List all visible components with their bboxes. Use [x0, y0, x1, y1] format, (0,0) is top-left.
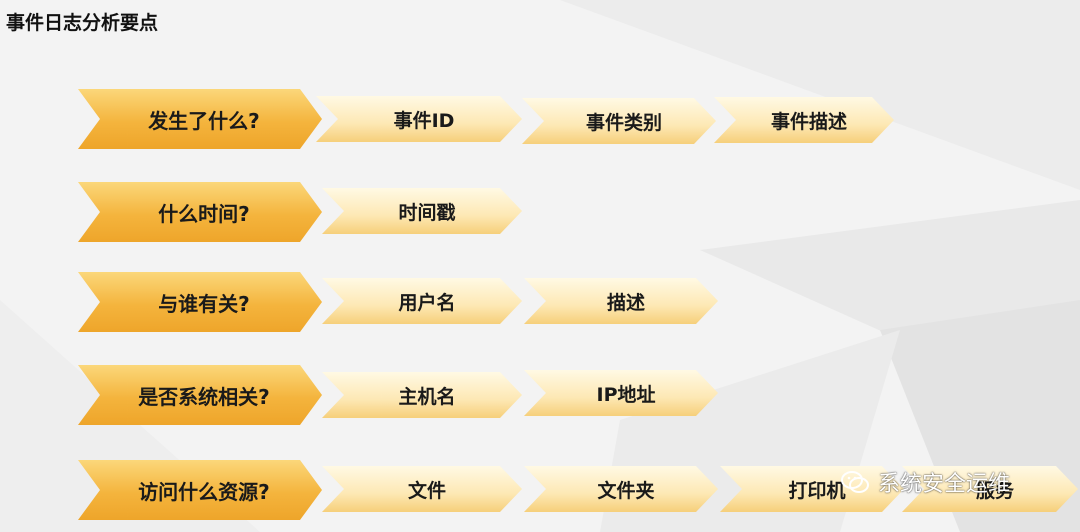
row-item-3-1: IP地址 — [524, 370, 718, 416]
row-item-4-1: 文件夹 — [524, 466, 718, 512]
question-label: 什么时间? — [158, 201, 250, 226]
item-label: 事件描述 — [770, 110, 847, 133]
row-question-2: 与谁有关? — [78, 272, 322, 332]
question-label: 发生了什么? — [148, 108, 260, 133]
watermark-text: 系统安全运维 — [878, 472, 1011, 497]
item-label: 时间戳 — [398, 201, 456, 224]
watermark: 系统安全运维 — [840, 466, 1010, 498]
question-label: 与谁有关? — [158, 291, 250, 316]
item-label: 事件类别 — [585, 111, 662, 134]
item-label: 用户名 — [398, 291, 456, 314]
item-label: 文件 — [407, 479, 446, 502]
item-label: 事件ID — [393, 109, 455, 132]
row-question-0: 发生了什么? — [78, 89, 322, 149]
row-item-3-0: 主机名 — [322, 372, 522, 418]
background-facets — [0, 0, 1080, 532]
row-item-2-1: 描述 — [524, 278, 718, 324]
item-label: 描述 — [606, 291, 645, 314]
row-question-4: 访问什么资源? — [78, 460, 322, 520]
row-item-0-1: 事件类别 — [522, 98, 716, 144]
row-item-0-0: 事件ID — [316, 96, 522, 142]
item-label: IP地址 — [596, 383, 656, 406]
row-question-3: 是否系统相关? — [78, 365, 322, 425]
page-title: 事件日志分析要点 — [6, 12, 159, 34]
item-label: 文件夹 — [597, 479, 655, 502]
question-label: 访问什么资源? — [138, 479, 270, 504]
row-item-2-0: 用户名 — [322, 278, 522, 324]
item-label: 打印机 — [788, 479, 846, 502]
row-question-1: 什么时间? — [78, 182, 322, 242]
item-label: 主机名 — [398, 385, 456, 408]
wechat-icon — [841, 471, 869, 493]
row-item-1-0: 时间戳 — [322, 188, 522, 234]
row-item-4-0: 文件 — [322, 466, 522, 512]
question-label: 是否系统相关? — [138, 384, 270, 409]
row-item-0-2: 事件描述 — [714, 97, 894, 143]
